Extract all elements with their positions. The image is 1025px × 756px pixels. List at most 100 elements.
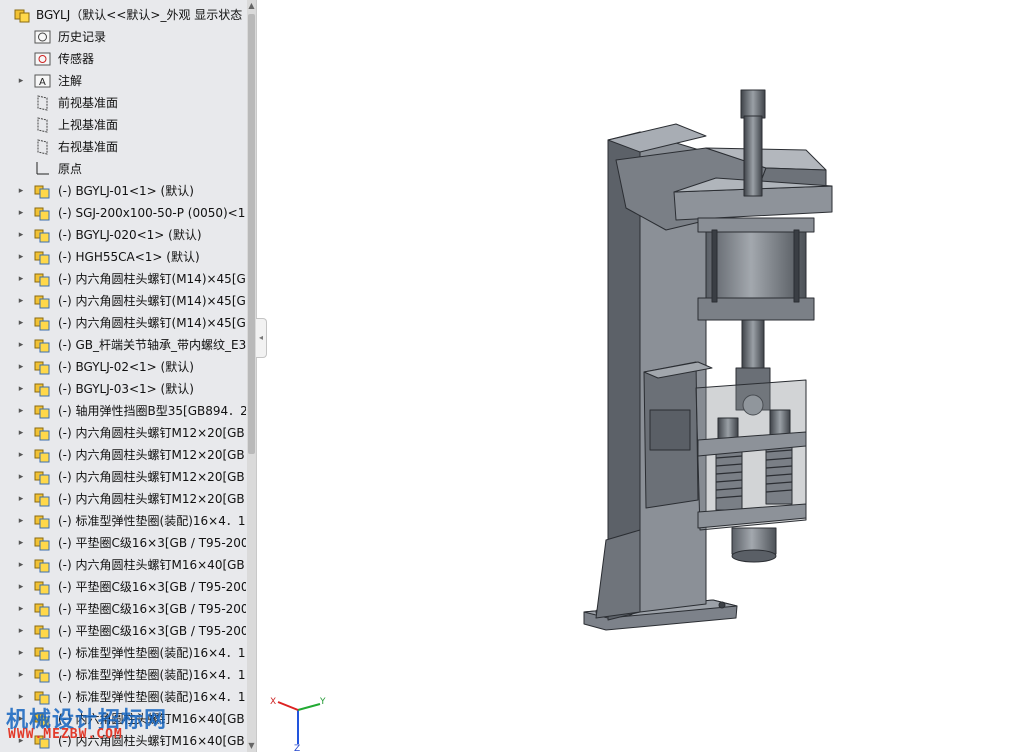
tree-item-label: 传感器 bbox=[58, 52, 95, 66]
tree-item[interactable]: ▸ (-) 内六角圆柱头螺钉(M14)×45[GB bbox=[0, 268, 246, 290]
tree-item[interactable]: ▸ (-) 轴用弹性挡圈B型35[GB894．2 bbox=[0, 400, 246, 422]
tree-item-label: (-) 内六角圆柱头螺钉M12×20[GB bbox=[58, 470, 245, 484]
expand-arrow-icon[interactable]: ▸ bbox=[16, 70, 26, 92]
tree-item-label: (-) 轴用弹性挡圈B型35[GB894．2 bbox=[58, 404, 246, 418]
expand-arrow-icon[interactable]: ▸ bbox=[16, 576, 26, 598]
tree-item-label: BGYLJ（默认<<默认>_外观 显示状态 bbox=[36, 8, 243, 22]
part-icon bbox=[34, 447, 51, 463]
tree-item-label: 前视基准面 bbox=[58, 96, 119, 110]
origin-icon bbox=[34, 161, 51, 177]
tree-item[interactable]: ▸ (-) 平垫圈C级16×3[GB / T95-200 bbox=[0, 576, 246, 598]
graphics-viewport[interactable]: X Y Z bbox=[266, 0, 1025, 752]
tree-item-label: (-) BGYLJ-01<1> (默认) bbox=[58, 184, 194, 198]
x-axis-line bbox=[277, 701, 299, 711]
expand-arrow-icon[interactable]: ▸ bbox=[16, 664, 26, 686]
expand-arrow-icon[interactable]: ▸ bbox=[16, 246, 26, 268]
part-icon bbox=[34, 403, 51, 419]
tree-item[interactable]: ▸ (-) 标准型弹性垫圈(装配)16×4．1 bbox=[0, 642, 246, 664]
tree-item[interactable]: ▸ A 注解 bbox=[0, 70, 246, 92]
tree-item[interactable]: 上视基准面 bbox=[0, 114, 246, 136]
expand-arrow-icon[interactable]: ▸ bbox=[16, 620, 26, 642]
annotation-icon: A bbox=[34, 73, 51, 89]
expand-arrow-icon[interactable]: ▸ bbox=[16, 202, 26, 224]
part-icon bbox=[34, 469, 51, 485]
tree-item[interactable]: ▸ (-) 平垫圈C级16×3[GB / T95-200 bbox=[0, 598, 246, 620]
tree-item-label: (-) 标准型弹性垫圈(装配)16×4．1 bbox=[58, 514, 246, 528]
tree-item[interactable]: ▸ (-) HGH55CA<1> (默认) bbox=[0, 246, 246, 268]
expand-arrow-icon[interactable]: ▸ bbox=[16, 532, 26, 554]
tree-item-label: (-) 标准型弹性垫圈(装配)16×4．1 bbox=[58, 646, 246, 660]
tree-item-label: 右视基准面 bbox=[58, 140, 119, 154]
expand-arrow-icon[interactable]: ▸ bbox=[16, 466, 26, 488]
tree-item[interactable]: ▸ (-) 内六角圆柱头螺钉(M14)×45[GB bbox=[0, 312, 246, 334]
tree-item[interactable]: ▸ (-) 平垫圈C级16×3[GB / T95-200 bbox=[0, 620, 246, 642]
tree-scroll-thumb[interactable] bbox=[248, 14, 255, 454]
expand-arrow-icon[interactable]: ▸ bbox=[16, 598, 26, 620]
tree-item[interactable]: ▸ (-) 内六角圆柱头螺钉M16×40[GB bbox=[0, 554, 246, 576]
part-icon bbox=[34, 249, 51, 265]
expand-arrow-icon[interactable]: ▸ bbox=[16, 312, 26, 334]
tree-item-label: (-) BGYLJ-020<1> (默认) bbox=[58, 228, 202, 242]
plane-icon bbox=[34, 95, 51, 111]
expand-arrow-icon[interactable]: ▸ bbox=[16, 356, 26, 378]
expand-arrow-icon[interactable]: ▸ bbox=[16, 180, 26, 202]
tree-item-label: (-) HGH55CA<1> (默认) bbox=[58, 250, 200, 264]
scroll-up-icon[interactable]: ▲ bbox=[247, 0, 256, 12]
feature-manager-tree: BGYLJ（默认<<默认>_外观 显示状态 历史记录 传感器 ▸ A 注解 前视基准面 上视基… bbox=[0, 0, 257, 752]
watermark-url-text: WWW.MEZBW.COM bbox=[8, 727, 123, 742]
scroll-down-icon[interactable]: ▼ bbox=[247, 740, 256, 752]
tree-item[interactable]: ▸ (-) 内六角圆柱头螺钉M12×20[GB bbox=[0, 466, 246, 488]
part-icon bbox=[34, 183, 51, 199]
part-icon bbox=[34, 381, 51, 397]
expand-arrow-icon[interactable]: ▸ bbox=[16, 510, 26, 532]
tree-item[interactable]: 原点 bbox=[0, 158, 246, 180]
tree-item[interactable]: ▸ (-) BGYLJ-01<1> (默认) bbox=[0, 180, 246, 202]
tree-item-label: 上视基准面 bbox=[58, 118, 119, 132]
sensor-icon bbox=[34, 51, 51, 67]
tree-item-label: (-) GB_杆端关节轴承_带内螺纹_E3 bbox=[58, 338, 246, 352]
part-icon bbox=[34, 205, 51, 221]
tree-item[interactable]: ▸ (-) 内六角圆柱头螺钉M12×20[GB bbox=[0, 444, 246, 466]
expand-arrow-icon[interactable]: ▸ bbox=[16, 400, 26, 422]
tree-scrollbar[interactable]: ▲ ▼ bbox=[247, 0, 256, 752]
expand-arrow-icon[interactable]: ▸ bbox=[16, 290, 26, 312]
z-axis-label: Z bbox=[294, 744, 300, 752]
tree-item-label: (-) 标准型弹性垫圈(装配)16×4．1 bbox=[58, 668, 246, 682]
tree-item[interactable]: 历史记录 bbox=[0, 26, 246, 48]
expand-arrow-icon[interactable]: ▸ bbox=[16, 378, 26, 400]
y-axis-line bbox=[297, 703, 321, 711]
tree-item[interactable]: ▸ (-) 平垫圈C级16×3[GB / T95-200 bbox=[0, 532, 246, 554]
tree-item[interactable]: ▸ (-) SGJ-200x100-50-P (0050)<1> bbox=[0, 202, 246, 224]
tree-item[interactable]: ▸ (-) BGYLJ-020<1> (默认) bbox=[0, 224, 246, 246]
tree-root-item[interactable]: BGYLJ（默认<<默认>_外观 显示状态 bbox=[0, 4, 246, 26]
part-icon bbox=[34, 359, 51, 375]
tree-item[interactable]: ▸ (-) 内六角圆柱头螺钉(M14)×45[GB bbox=[0, 290, 246, 312]
tree-item[interactable]: ▸ (-) GB_杆端关节轴承_带内螺纹_E3 bbox=[0, 334, 246, 356]
part-icon bbox=[34, 557, 51, 573]
expand-arrow-icon[interactable]: ▸ bbox=[16, 268, 26, 290]
tree-item[interactable]: ▸ (-) BGYLJ-02<1> (默认) bbox=[0, 356, 246, 378]
tree-item[interactable]: ▸ (-) 标准型弹性垫圈(装配)16×4．1 bbox=[0, 664, 246, 686]
tree-item[interactable]: 右视基准面 bbox=[0, 136, 246, 158]
y-axis-label: Y bbox=[319, 697, 326, 707]
part-icon bbox=[34, 337, 51, 353]
expand-arrow-icon[interactable]: ▸ bbox=[16, 334, 26, 356]
expand-arrow-icon[interactable]: ▸ bbox=[16, 422, 26, 444]
expand-arrow-icon[interactable]: ▸ bbox=[16, 224, 26, 246]
part-icon bbox=[34, 623, 51, 639]
expand-arrow-icon[interactable]: ▸ bbox=[16, 488, 26, 510]
tree-item[interactable]: 传感器 bbox=[0, 48, 246, 70]
tree-item[interactable]: ▸ (-) 内六角圆柱头螺钉M12×20[GB bbox=[0, 422, 246, 444]
tree-item[interactable]: ▸ (-) 标准型弹性垫圈(装配)16×4．1 bbox=[0, 510, 246, 532]
tree-item[interactable]: ▸ (-) BGYLJ-03<1> (默认) bbox=[0, 378, 246, 400]
part-icon bbox=[34, 667, 51, 683]
expand-arrow-icon[interactable]: ▸ bbox=[16, 554, 26, 576]
tree-item-label: (-) 内六角圆柱头螺钉(M14)×45[GB bbox=[58, 294, 246, 308]
tree-item[interactable]: 前视基准面 bbox=[0, 92, 246, 114]
site-watermark: 机械设计招标网 WWW.MEZBW.COM bbox=[6, 702, 246, 752]
tree-item[interactable]: ▸ (-) 内六角圆柱头螺钉M12×20[GB bbox=[0, 488, 246, 510]
tree-item-label: (-) 平垫圈C级16×3[GB / T95-200 bbox=[58, 624, 246, 638]
tree-item-label: (-) 平垫圈C级16×3[GB / T95-200 bbox=[58, 602, 246, 616]
expand-arrow-icon[interactable]: ▸ bbox=[16, 444, 26, 466]
expand-arrow-icon[interactable]: ▸ bbox=[16, 642, 26, 664]
